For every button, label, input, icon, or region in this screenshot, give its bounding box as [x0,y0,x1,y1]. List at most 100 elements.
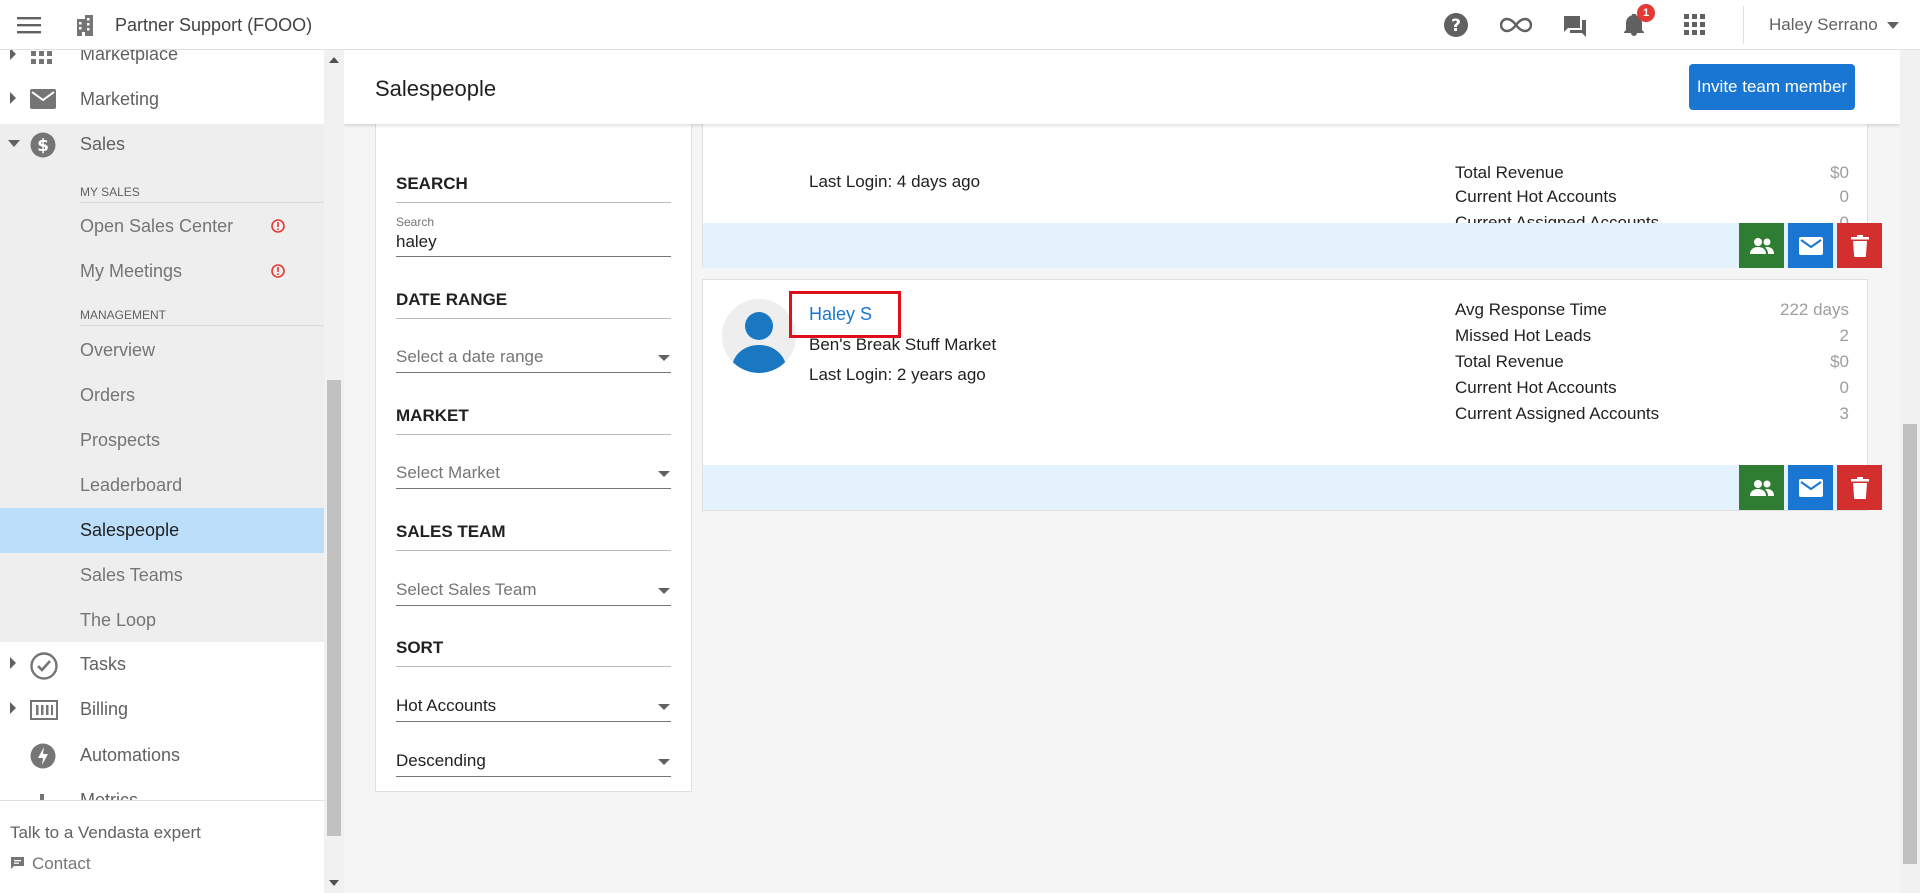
last-login-text: Last Login: 4 days ago [809,172,981,191]
apps-grid-icon[interactable] [1684,14,1706,36]
sidebar-item-automations[interactable]: Automations [0,733,324,778]
sidebar-item-marketing[interactable]: Marketing [0,77,324,122]
stat-label: Current Hot Accounts [1455,378,1617,397]
sidebar-item-billing[interactable]: Billing [0,687,324,732]
sidebar-item-label: Salespeople [80,520,180,540]
infinity-icon[interactable] [1500,15,1532,35]
email-button[interactable] [1788,465,1833,510]
sidebar-item-label: Sales [80,134,126,154]
main-scrollbar[interactable] [1900,50,1920,893]
user-menu-name[interactable]: Haley Serrano [1769,15,1878,35]
caret-right-icon[interactable] [9,702,17,714]
dropdown-arrow-icon[interactable] [658,355,670,361]
delete-button[interactable] [1837,465,1882,510]
sidebar-scrollbar[interactable] [324,50,344,893]
search-input[interactable]: haley [396,232,437,252]
stat-label: Current Assigned Accounts [1455,404,1660,423]
stat-value: $0 [1830,352,1849,371]
sidebar-item-my-meetings[interactable]: My Meetings [0,249,324,294]
stat-value: 3 [1839,404,1849,423]
svg-text:?: ? [1451,16,1461,36]
sidebar-item-label: My Meetings [80,261,183,281]
dropdown-arrow-icon[interactable] [658,704,670,710]
salesperson-card: Haley S Ben's Break Stuff Market Last Lo… [702,279,1882,511]
people-icon [1749,479,1774,497]
divider [396,666,671,667]
trash-icon [1850,234,1869,257]
search-underline [396,256,671,257]
sidebar-item-label: Billing [80,699,129,719]
select-underline [396,605,671,606]
sidebar-item-open-sales-center[interactable]: Open Sales Center [0,204,324,249]
dropdown-arrow-icon[interactable] [658,471,670,477]
sidebar-item-label: Sales Teams [80,565,183,585]
caret-right-icon[interactable] [9,92,17,104]
sidebar-item-overview[interactable]: Overview [0,328,324,373]
sidebar-item-marketplace[interactable]: Marketplace [0,50,324,77]
stat-value: 2 [1839,326,1849,345]
assign-accounts-button[interactable] [1739,223,1784,268]
sidebar-item-sales[interactable]: $ Sales [0,122,324,167]
salesperson-name-link[interactable]: Haley S [809,304,872,325]
sidebar-item-label: Marketing [80,89,160,109]
date-range-select[interactable]: Select a date range [396,347,543,367]
stat-value: 222 days [1780,300,1849,319]
stat-value: 0 [1839,187,1849,206]
top-bar: Partner Support (FOOO) ? 1 Haley Serrano [0,0,1920,50]
talk-to-expert-text: Talk to a Vendasta expert [10,823,201,842]
sales-nav-group: $ Sales MY SALES Open Sales Center My Me… [0,124,324,642]
sidebar-item-the-loop[interactable]: The Loop [0,598,324,643]
sidebar-item-prospects[interactable]: Prospects [0,418,324,463]
invite-team-member-button[interactable]: Invite team member [1689,64,1855,110]
scroll-up-icon[interactable] [329,57,339,63]
sidebar-item-label: Orders [80,385,136,405]
sidebar-item-salespeople[interactable]: Salespeople [0,508,324,553]
people-icon [1749,237,1774,255]
contact-link[interactable]: Contact [32,854,91,874]
help-icon[interactable]: ? [1443,12,1469,38]
scroll-down-icon[interactable] [329,880,339,886]
sidebar-scrollbar-thumb[interactable] [327,380,341,836]
email-button[interactable] [1788,223,1833,268]
caret-right-icon[interactable] [9,50,17,60]
sidebar-item-orders[interactable]: Orders [0,373,324,418]
select-underline [396,372,671,373]
card-actions [703,223,1882,268]
sidebar-item-label: The Loop [80,610,157,630]
assign-accounts-button[interactable] [1739,465,1784,510]
sales-team-select[interactable]: Select Sales Team [396,580,536,600]
dropdown-arrow-icon[interactable] [658,759,670,765]
billing-icon [30,700,58,720]
dollar-icon: $ [30,132,56,158]
chat-bubble-icon[interactable] [11,857,27,871]
mail-icon [1798,236,1823,255]
delete-button[interactable] [1837,223,1882,268]
stat-label: Avg Response Time [1455,300,1607,319]
menu-icon[interactable] [17,15,43,35]
dropdown-arrow-icon[interactable] [658,588,670,594]
stat-value: 0 [1839,378,1849,397]
partner-title[interactable]: Partner Support (FOOO) [115,15,312,36]
sidebar-item-sales-teams[interactable]: Sales Teams [0,553,324,598]
sidebar-item-tasks[interactable]: Tasks [0,642,324,687]
market-select[interactable]: Select Market [396,463,500,483]
chat-icon[interactable] [1562,13,1588,39]
card-actions [703,465,1882,510]
sort-order-select[interactable]: Descending [396,751,486,771]
notification-badge: 1 [1637,4,1655,22]
caret-right-icon[interactable] [9,657,17,669]
main-scrollbar-thumb[interactable] [1903,424,1917,864]
building-icon [74,13,100,37]
sort-by-select[interactable]: Hot Accounts [396,696,496,716]
avatar [722,299,796,373]
filter-panel: SEARCH Search haley DATE RANGE Select a … [375,90,692,792]
stat-label: Current Hot Accounts [1455,187,1617,206]
caret-down-icon[interactable] [8,140,20,148]
last-login-text: Last Login: 2 years ago [809,365,986,384]
divider [80,325,324,326]
divider [396,550,671,551]
chevron-down-icon[interactable] [1887,22,1899,30]
divider [396,434,671,435]
mail-icon [30,89,56,109]
sidebar-item-leaderboard[interactable]: Leaderboard [0,463,324,508]
